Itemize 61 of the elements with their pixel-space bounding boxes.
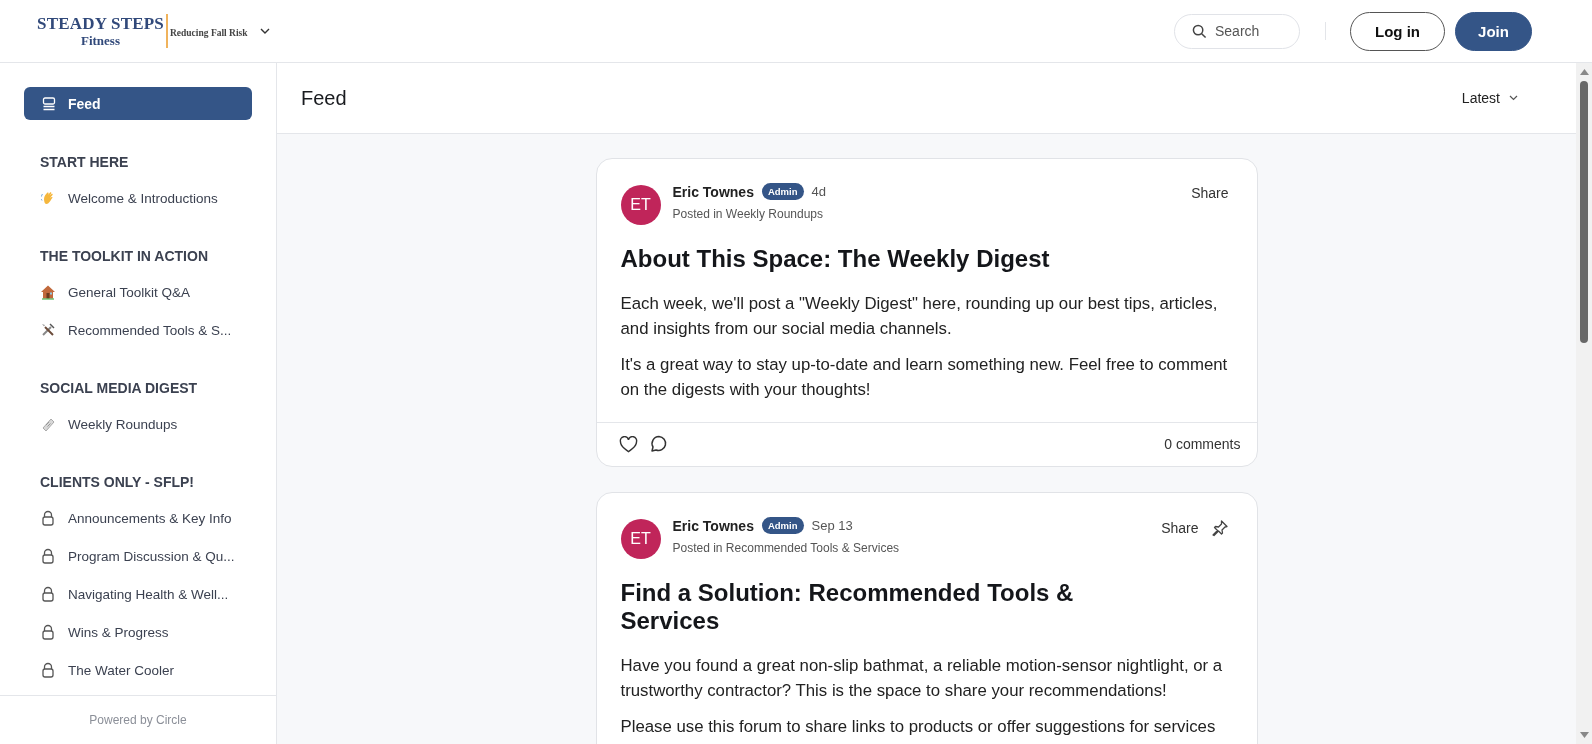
sidebar-item[interactable]: Wins & Progress [24, 613, 252, 651]
scroll-up-icon[interactable] [1579, 69, 1589, 75]
sidebar-item[interactable]: General Toolkit Q&A [24, 273, 252, 311]
section-heading: SOCIAL MEDIA DIGEST [39, 380, 199, 396]
logo-name: STEADY STEPS [37, 14, 164, 33]
lock-icon [40, 548, 56, 564]
house-icon [40, 284, 56, 300]
lock-icon [40, 510, 56, 526]
logo-subname: Fitness [81, 32, 120, 48]
logo-divider [165, 14, 168, 48]
feed-icon [42, 96, 56, 111]
post-paragraph: Have you found a great non-slip bathmat, a reliable motion-sensor nightlight, or a trustworthy contractor? This is the space to share your recommendations! [620, 655, 1224, 702]
scrollbar-thumb[interactable] [1580, 81, 1588, 343]
author-name[interactable]: Eric Townes [672, 183, 754, 200]
sidebar-item[interactable]: Welcome & Introductions [24, 179, 252, 217]
author-name[interactable]: Eric Townes [672, 517, 754, 534]
page-title: Feed [301, 86, 347, 110]
sidebar-item[interactable]: Program Discussion & Qu... [24, 537, 252, 575]
avatar[interactable]: ET [620, 519, 661, 559]
newspaper-icon [40, 416, 56, 432]
post-paragraph: Each week, we'll post a "Weekly Digest" here, rounding up our best tips, articles, and insights from our social media channels. [620, 293, 1219, 340]
lock-icon [40, 662, 56, 678]
lock-icon [40, 624, 56, 640]
sidebar-item[interactable]: Weekly Roundups [24, 405, 252, 443]
section-heading: CLIENTS ONLY - SFLP! [39, 474, 195, 490]
search-icon [1192, 23, 1207, 39]
post-time[interactable]: 4d [811, 184, 826, 199]
sidebar-item[interactable]: Announcements & Key Info [24, 499, 252, 537]
post-paragraph: It's a great way to stay up-to-date and learn something new. Feel free to comment on the digests with your thoughts! [620, 354, 1229, 401]
admin-badge: Admin [761, 517, 804, 534]
logo-tagline: Reducing Fall Risk [169, 28, 248, 38]
sort-dropdown[interactable]: Latest [1461, 90, 1518, 106]
avatar[interactable]: ET [620, 185, 661, 225]
join-button[interactable]: Join [1455, 11, 1532, 51]
chevron-down-icon[interactable] [259, 28, 270, 34]
post-paragraph: Please use this forum to share links to products or offer suggestions for services [620, 716, 1217, 738]
lock-icon [40, 586, 56, 602]
sidebar-item[interactable]: The Water Cooler [24, 651, 252, 689]
comment-icon[interactable] [649, 435, 668, 453]
waving-hand-icon [40, 190, 56, 206]
chevron-down-icon [1509, 95, 1518, 101]
post-time[interactable]: Sep 13 [811, 518, 853, 533]
posted-in-text: Posted in Recommended Tools & Services [672, 541, 901, 555]
scrollbar[interactable] [1576, 63, 1592, 744]
posted-in-text: Posted in Weekly Roundups [672, 207, 825, 221]
search-field[interactable]: Search [1174, 13, 1300, 49]
feed-nav-item[interactable]: Feed [24, 87, 252, 120]
admin-badge: Admin [761, 183, 804, 200]
post-title[interactable]: Find a Solution: Recommended Tools & Services [620, 579, 1081, 635]
comment-count[interactable]: 0 comments [1164, 436, 1241, 452]
heart-icon[interactable] [618, 435, 638, 453]
tools-icon [40, 322, 56, 338]
section-heading: THE TOOLKIT IN ACTION [39, 248, 209, 264]
scroll-down-icon[interactable] [1579, 732, 1589, 738]
login-button[interactable]: Log in [1350, 11, 1445, 51]
sidebar-item[interactable]: Navigating Health & Well... [24, 575, 252, 613]
share-button[interactable]: Share [1161, 520, 1199, 536]
post-title[interactable]: About This Space: The Weekly Digest [620, 245, 1081, 273]
sidebar-item[interactable]: Recommended Tools & S... [24, 311, 252, 349]
share-button[interactable]: Share [1191, 185, 1229, 201]
section-heading: START HERE [39, 154, 130, 170]
